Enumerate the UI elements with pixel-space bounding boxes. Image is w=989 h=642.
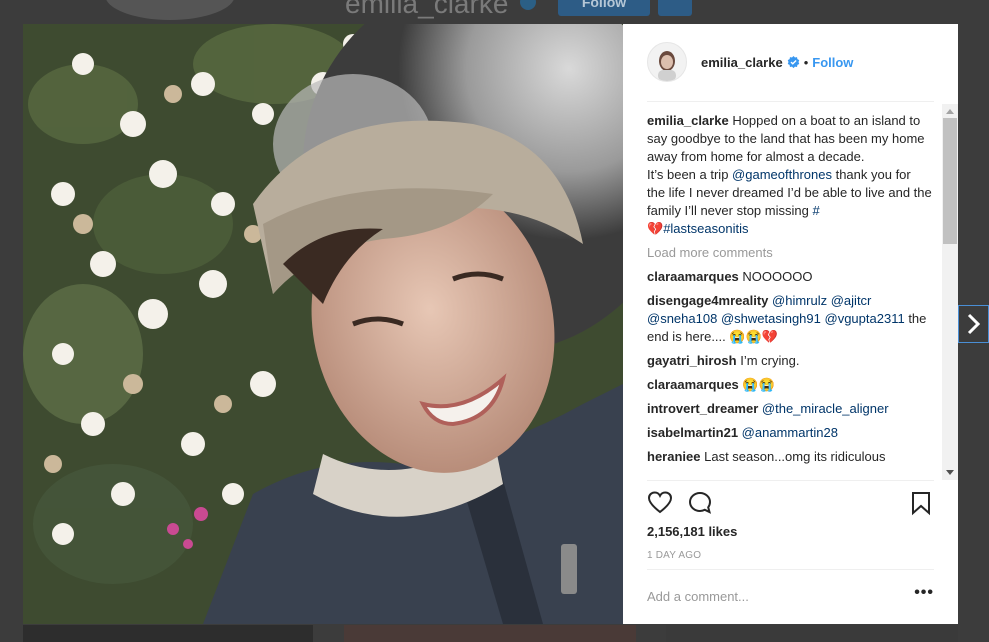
comment-mention-link[interactable]: @shwetasingh91 xyxy=(721,311,821,326)
comment-username[interactable]: isabelmartin21 xyxy=(647,425,738,440)
post-photo[interactable] xyxy=(23,24,623,624)
divider xyxy=(647,569,934,570)
more-options-button[interactable]: ••• xyxy=(914,584,934,602)
likes-count[interactable]: 2,156,181 likes xyxy=(647,524,737,539)
post-caption: emilia_clarke Hopped on a boat to an isl… xyxy=(647,112,932,238)
comment-item: claraamarques NOOOOOO xyxy=(647,268,932,286)
scroll-down-arrow-icon[interactable] xyxy=(946,470,954,475)
scrollbar-thumb[interactable] xyxy=(943,118,957,244)
avatar[interactable] xyxy=(647,42,687,82)
post-timestamp[interactable]: 1 DAY AGO xyxy=(647,550,701,561)
add-comment-input[interactable] xyxy=(647,584,887,608)
comment-mention-link[interactable]: @ajitcr xyxy=(831,293,872,308)
broken-heart-emoji: 💔 xyxy=(647,221,664,236)
comment-mention-link[interactable]: @vgupta2311 xyxy=(825,311,905,326)
comment-mention-link[interactable]: @himrulz xyxy=(772,293,827,308)
chevron-right-icon xyxy=(967,313,981,335)
separator-dot: • xyxy=(803,54,809,70)
background-profile-username: emilia_clarke xyxy=(345,0,509,19)
comment-text: I’m crying. xyxy=(740,353,800,368)
comment-username[interactable]: claraamarques xyxy=(647,377,739,392)
comment-text: Last season...omg its ridiculous xyxy=(704,449,886,464)
scroll-up-arrow-icon[interactable] xyxy=(946,109,954,114)
caption-username[interactable]: emilia_clarke xyxy=(647,113,729,128)
background-thumbnail xyxy=(344,625,636,642)
comment-username[interactable]: introvert_dreamer xyxy=(647,401,758,416)
background-thumbnail xyxy=(666,625,958,642)
comment-username[interactable]: claraamarques xyxy=(647,269,739,284)
comment-username[interactable]: disengage4mreality xyxy=(647,293,768,308)
comment-username[interactable]: gayatri_hirosh xyxy=(647,353,737,368)
caption-text: It’s been a trip xyxy=(647,167,733,182)
comments-scrollbar[interactable] xyxy=(942,104,958,480)
comment-item: heraniee Last season...omg its ridiculou… xyxy=(647,448,932,466)
bookmark-icon[interactable] xyxy=(908,490,934,516)
background-thumbnail xyxy=(23,625,313,642)
comment-mention-link[interactable]: @sneha108 xyxy=(647,311,717,326)
comment-bubble-icon[interactable] xyxy=(687,490,713,516)
comment-item: isabelmartin21 @anammartin28 xyxy=(647,424,932,442)
post-header: emilia_clarke • Follow xyxy=(647,42,934,82)
load-more-comments-button[interactable]: Load more comments xyxy=(647,244,932,262)
background-suggest-arrow-button xyxy=(658,0,692,16)
comment-text: NOOOOOO xyxy=(742,269,813,284)
verified-badge-icon xyxy=(787,55,799,68)
post-actions xyxy=(647,490,934,516)
divider xyxy=(647,101,934,102)
background-verified-icon xyxy=(520,0,536,10)
post-author-username[interactable]: emilia_clarke xyxy=(701,55,783,70)
selfie-photo-illustration xyxy=(23,24,623,624)
divider xyxy=(647,480,934,481)
background-follow-button: Follow xyxy=(558,0,650,16)
post-sidebar: emilia_clarke • Follow emilia_clarke Hop… xyxy=(623,24,958,624)
caption-hashtag-link[interactable]: #lastseasonitis xyxy=(663,221,748,236)
comment-item: introvert_dreamer @the_miracle_aligner xyxy=(647,400,932,418)
post-modal: emilia_clarke • Follow emilia_clarke Hop… xyxy=(23,24,958,624)
comment-username[interactable]: heraniee xyxy=(647,449,700,464)
comment-text: 😭😭 xyxy=(742,377,775,392)
comment-item: disengage4mreality @himrulz @ajitcr @sne… xyxy=(647,292,932,346)
next-post-button[interactable] xyxy=(958,305,989,343)
heart-icon[interactable] xyxy=(647,490,673,516)
comment-mention-link[interactable]: @the_miracle_aligner xyxy=(762,401,889,416)
caption-mention-link[interactable]: @gameofthrones xyxy=(732,167,832,182)
comment-item: gayatri_hirosh I’m crying. xyxy=(647,352,932,370)
caption-hashtag-link[interactable]: # xyxy=(812,203,819,218)
follow-button[interactable]: Follow xyxy=(812,55,853,70)
comment-mention-link[interactable]: @anammartin28 xyxy=(742,425,838,440)
comments-list[interactable]: emilia_clarke Hopped on a boat to an isl… xyxy=(647,112,932,480)
comment-item: claraamarques 😭😭 xyxy=(647,376,932,394)
background-profile-avatar xyxy=(105,0,235,20)
background-ellipsis-icon: ••• xyxy=(704,0,726,7)
